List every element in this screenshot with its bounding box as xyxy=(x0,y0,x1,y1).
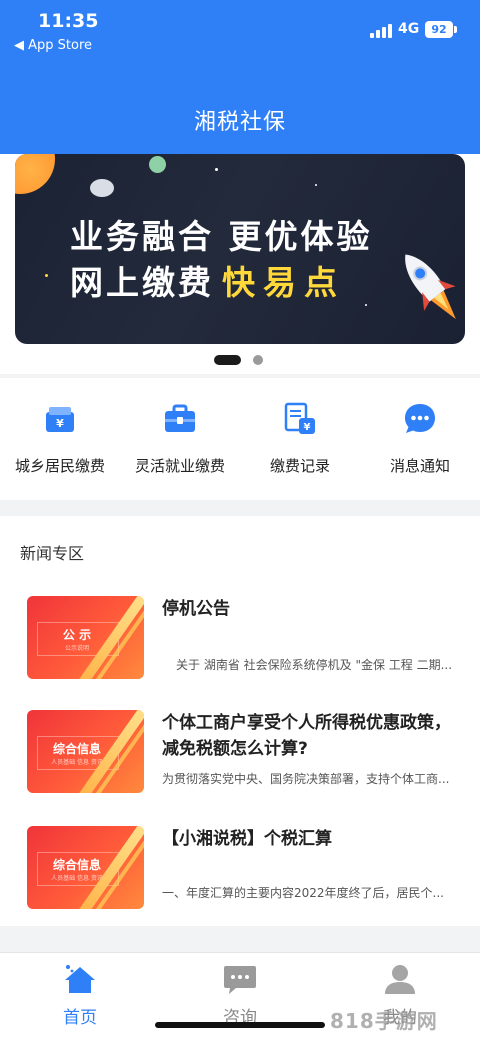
star-decor xyxy=(315,184,317,186)
briefcase-icon xyxy=(165,404,195,432)
news-item[interactable]: 综合信息 人员基础 信息 资讯 个体工商户享受个人所得税优惠政策，减免税额怎么计… xyxy=(0,710,480,810)
signal-icon xyxy=(370,24,392,38)
news-item[interactable]: 公 示 公示说明 停机公告 关于 湖南省 社会保险系统停机及 "金保 工程 二期… xyxy=(0,596,480,696)
page-title: 湘税社保 xyxy=(193,110,286,135)
wallet-yen-icon: ¥ xyxy=(46,407,74,432)
carousel-dot[interactable] xyxy=(253,355,263,365)
news-item[interactable]: 综合信息 人员基础 信息 资讯 【小湘说税】个税汇算 一、年度汇算的主要内容20… xyxy=(0,826,480,926)
quick-item-notifications[interactable]: 消息通知 xyxy=(360,378,480,500)
back-to-app-store-link[interactable]: ◀ App Store xyxy=(14,38,92,53)
news-item-summary: 为贯彻落实党中央、国务院决策部署，支持个体工商... xyxy=(162,772,450,786)
banner-headline-1: 业务融合 更优体验 xyxy=(70,217,373,256)
news-item-title: 【小湘说税】个税汇算 xyxy=(162,829,332,849)
star-decor xyxy=(365,304,367,306)
banner-section: 业务融合 更优体验 网上缴费 快易点 xyxy=(0,154,480,374)
app-screen: 11:35 ◀ App Store 4G 92 湘税社保 业务融合 更优体验 网… xyxy=(0,0,480,1038)
chat-bubble-icon xyxy=(405,404,435,433)
status-time: 11:35 xyxy=(38,10,99,32)
news-section: 新闻专区 公 示 公示说明 停机公告 关于 湖南省 社会保险系统停机及 "金保 … xyxy=(0,516,480,926)
banner-headline-2-prefix: 网上缴费 xyxy=(70,263,214,302)
chat-icon xyxy=(224,966,256,994)
tab-home-label: 首页 xyxy=(63,1008,97,1028)
banner-highlight: 快易点 xyxy=(222,263,345,302)
record-document-icon: ¥ xyxy=(284,402,315,434)
tab-home[interactable]: 首页 xyxy=(0,953,160,1038)
home-icon xyxy=(65,965,95,993)
user-icon xyxy=(385,965,415,994)
news-thumbnail: 综合信息 人员基础 信息 资讯 xyxy=(27,826,144,909)
green-planet-decor xyxy=(149,156,166,173)
news-section-title: 新闻专区 xyxy=(20,544,85,563)
banner-headline-2: 网上缴费 快易点 xyxy=(70,256,345,304)
quick-item-payment-records[interactable]: ¥ 缴费记录 xyxy=(240,378,360,500)
carousel-indicator xyxy=(0,354,480,366)
svg-text:¥: ¥ xyxy=(304,422,311,433)
sun-planet-decor xyxy=(15,154,55,194)
battery-icon: 92 xyxy=(425,21,453,38)
svg-text:¥: ¥ xyxy=(56,417,64,430)
quick-item-resident-payment[interactable]: ¥ 城乡居民缴费 xyxy=(0,378,120,500)
network-type: 4G xyxy=(398,21,420,37)
ringed-planet-decor xyxy=(90,179,114,197)
quick-item-label: 城乡居民缴费 xyxy=(14,457,105,475)
news-item-summary: 关于 湖南省 社会保险系统停机及 "金保 工程 二期... xyxy=(176,658,453,672)
home-indicator xyxy=(155,1022,325,1028)
promo-banner[interactable]: 业务融合 更优体验 网上缴费 快易点 xyxy=(15,154,465,344)
news-item-summary: 一、年度汇算的主要内容2022年度终了后，居民个... xyxy=(162,886,444,900)
watermark: 818手游网 xyxy=(330,1009,438,1033)
news-thumbnail: 综合信息 人员基础 信息 资讯 xyxy=(27,710,144,793)
news-item-title: 个体工商户享受个人所得税优惠政策，减免税额怎么计算? xyxy=(162,713,451,759)
news-thumbnail: 公 示 公示说明 xyxy=(27,596,144,679)
quick-menu: ¥ 城乡居民缴费 灵活就业缴费 ¥ 缴费记录 消息通知 xyxy=(0,378,480,500)
star-decor xyxy=(215,168,218,171)
news-item-title: 停机公告 xyxy=(162,599,230,619)
battery-cap xyxy=(454,26,457,33)
quick-item-flexible-payment[interactable]: 灵活就业缴费 xyxy=(120,378,240,500)
carousel-dot-active[interactable] xyxy=(214,355,241,365)
quick-item-label: 消息通知 xyxy=(389,457,450,475)
status-bar: 11:35 ◀ App Store 4G 92 xyxy=(0,0,480,60)
quick-item-label: 缴费记录 xyxy=(269,457,330,475)
star-decor xyxy=(45,274,48,277)
rocket-icon xyxy=(405,254,456,320)
quick-item-label: 灵活就业缴费 xyxy=(134,457,225,475)
